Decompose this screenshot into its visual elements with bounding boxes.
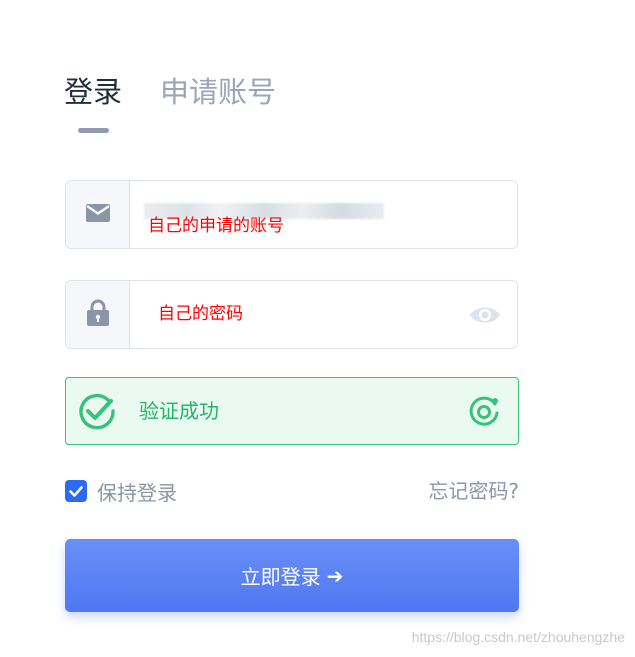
account-field[interactable]: 自己的申请的账号 (65, 180, 518, 249)
captcha-status-text: 验证成功 (139, 399, 219, 423)
arrow-right-icon: ➔ (326, 563, 344, 588)
eye-icon[interactable] (469, 302, 501, 328)
password-icon-cell (66, 281, 130, 348)
login-button[interactable]: 立即登录 ➔ (65, 539, 519, 612)
remember-me[interactable]: 保持登录 (65, 478, 177, 505)
forgot-password-link[interactable]: 忘记密码? (428, 478, 519, 504)
account-icon-cell (66, 181, 130, 248)
login-button-label: 立即登录 (240, 565, 321, 589)
refresh-icon[interactable] (467, 394, 501, 428)
checkmark-icon (69, 485, 83, 497)
check-circle-icon (78, 392, 116, 430)
envelope-icon (85, 203, 110, 226)
tab-apply-account[interactable]: 申请账号 (160, 72, 276, 112)
remember-checkbox[interactable] (65, 480, 87, 502)
watermark: https://blog.csdn.net/zhouhengzhe (411, 629, 625, 645)
tab-login[interactable]: 登录 (64, 72, 122, 112)
password-annotation: 自己的密码 (158, 304, 243, 324)
active-tab-indicator (78, 128, 109, 133)
captcha-verified-box[interactable]: 验证成功 (65, 377, 519, 445)
password-field[interactable]: 自己的密码 (65, 280, 518, 349)
remember-label: 保持登录 (97, 480, 177, 505)
account-annotation: 自己的申请的账号 (148, 216, 284, 236)
lock-icon (86, 299, 109, 330)
